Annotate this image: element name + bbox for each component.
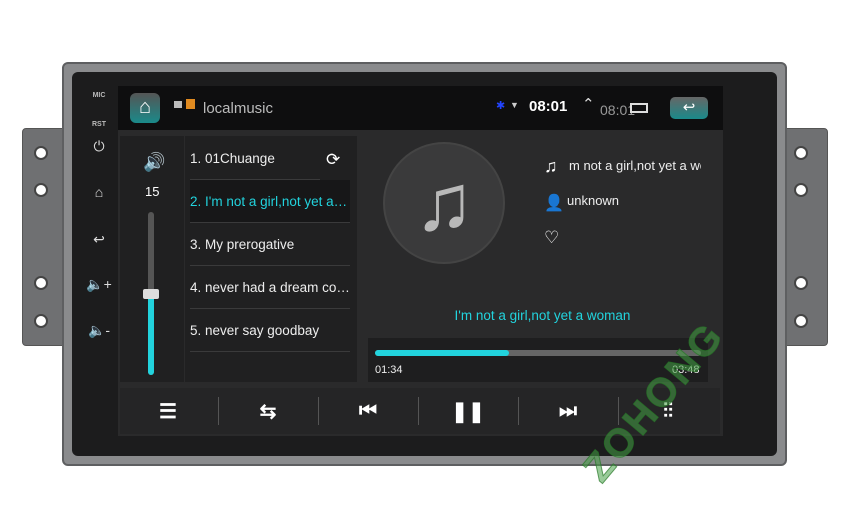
mount-hole [794,314,808,328]
speaker-icon: 🔊 [143,152,166,172]
recent-apps-icon[interactable] [630,103,648,113]
next-icon[interactable]: ⏭ [518,392,618,430]
mount-hole [794,146,808,160]
back-icon[interactable]: ↩ [86,231,112,248]
volume-level: 15 [145,184,160,199]
mount-hole [34,146,48,160]
volume-down-icon[interactable]: 🔈- [86,322,112,339]
right-bracket [782,128,828,346]
playlist-item[interactable]: 5. never say goodbay [190,309,350,352]
clock: 08:01 [529,98,568,115]
artist-icon: 👤 [544,195,564,212]
power-icon[interactable]: ⏻ [86,138,112,155]
playlist-item[interactable]: 1. 01Chuange [190,137,320,180]
playlist-item[interactable]: 3. My prerogative [190,223,350,266]
lyric: I'm not a girl,not yet a woman [454,308,631,323]
expand-icon[interactable]: ⌃ [582,95,595,113]
song-icon: ♫ [544,156,558,176]
rst-button[interactable]: RST [86,121,112,128]
playlist-item[interactable]: 4. never had a dream come true [190,266,350,309]
mount-hole [34,314,48,328]
favorite-icon[interactable]: ♡ [544,228,559,248]
playlist-item[interactable]: 2. I'm not a girl,not yet a woman [190,180,350,223]
home-button[interactable]: ⌂ [130,93,160,123]
playlist-icon[interactable]: ☰ [118,392,218,430]
previous-icon[interactable]: ⏮ [318,392,418,430]
play-mode-icon[interactable]: ⟳ [326,150,340,170]
app-title: localmusic [203,100,274,117]
volume-thumb[interactable] [143,288,159,299]
artist: unknown [567,193,620,208]
bluetooth-icon: ✱ [496,100,506,112]
back-button[interactable]: ↩ [670,97,708,119]
wifi-icon: ▼ [510,100,519,110]
pause-icon[interactable]: ❚❚ [418,392,518,430]
mic-label: MIC [92,92,106,99]
album-art: ♫ [383,142,505,264]
home-icon[interactable]: ⌂ [86,184,112,200]
mount-hole [794,183,808,197]
mount-hole [34,183,48,197]
mount-hole [794,276,808,290]
song-title: m not a girl,not yet a wo [569,158,701,173]
notification-icon [174,101,182,108]
repeat-icon[interactable]: ⇆ [218,392,318,430]
progress-fill [375,350,509,356]
volume-fill [148,293,154,375]
volume-up-icon[interactable]: 🔈+ [86,276,112,293]
music-app-icon [186,99,195,109]
elapsed-time: 01:34 [375,364,403,376]
mount-hole [34,276,48,290]
